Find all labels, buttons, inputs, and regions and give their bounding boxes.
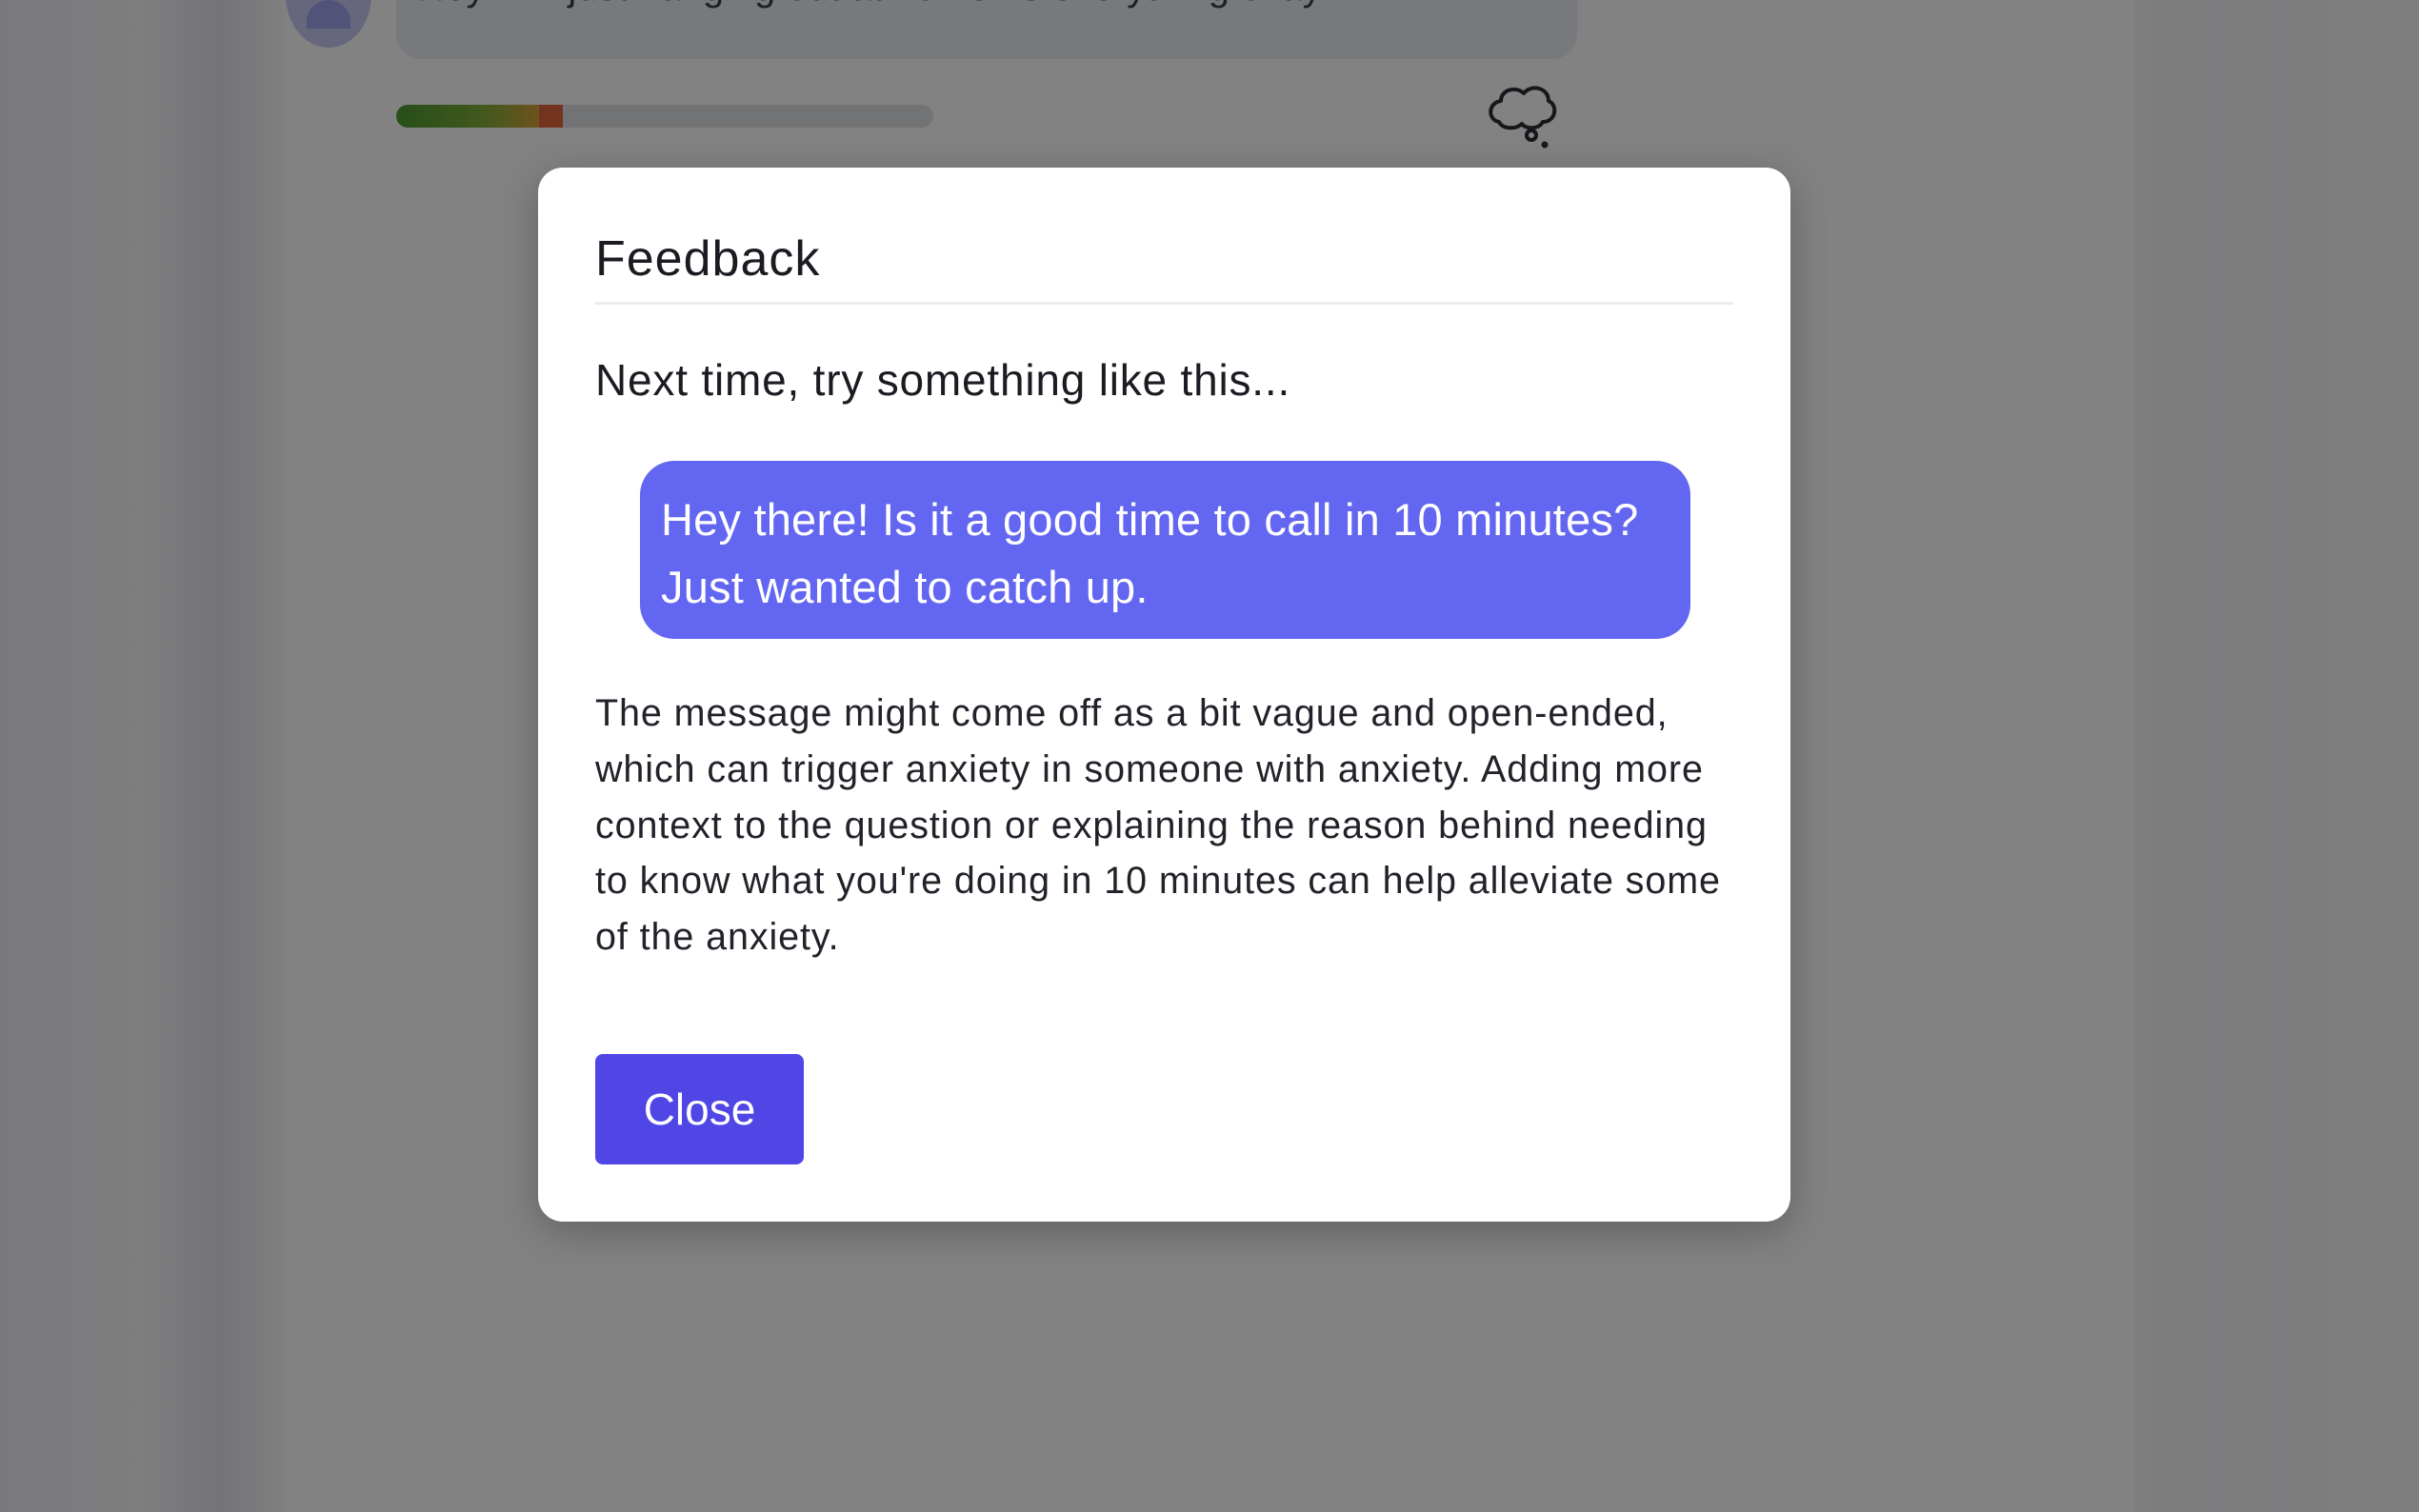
suggested-message-bubble: Hey there! Is it a good time to call in …	[640, 461, 1690, 639]
close-button[interactable]: Close	[595, 1054, 804, 1164]
feedback-modal: Feedback Next time, try something like t…	[538, 168, 1790, 1222]
suggested-message-text: Hey there! Is it a good time to call in …	[661, 494, 1639, 612]
modal-title: Feedback	[595, 231, 821, 287]
modal-subtitle: Next time, try something like this...	[595, 355, 1291, 405]
feedback-explanation: The message might come off as a bit vagu…	[595, 692, 1721, 959]
modal-divider	[595, 302, 1733, 305]
